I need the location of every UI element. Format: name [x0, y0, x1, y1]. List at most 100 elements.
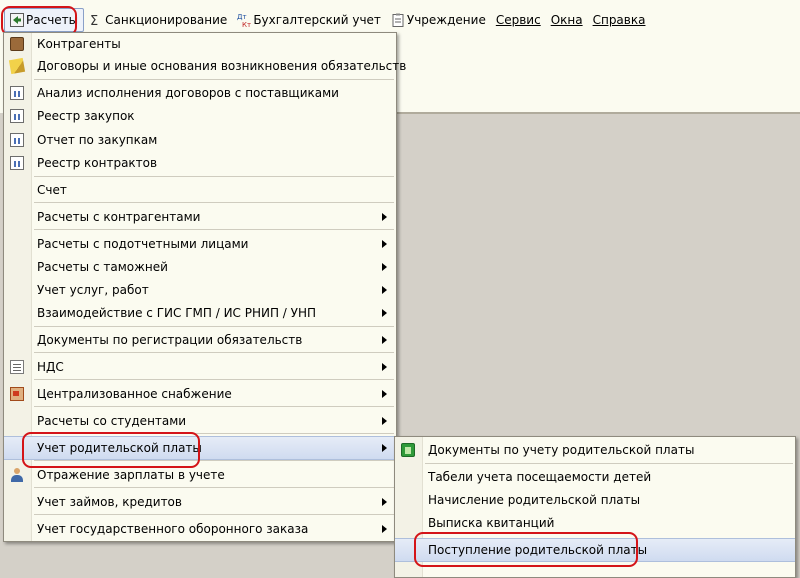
report-icon — [10, 133, 24, 147]
menu-item-reestr-zakupok[interactable]: Реестр закупок — [4, 105, 396, 127]
submenu-arrow-icon — [382, 286, 387, 294]
menu-item-label: Реестр контрактов — [37, 156, 158, 170]
menu-label: Справка — [592, 13, 646, 27]
roditelskaya-plata-submenu: Документы по учету родительской платы Та… — [394, 436, 796, 578]
submenu-arrow-icon — [382, 444, 387, 452]
menu-bar: Расчеты Σ Санкционирование Дт Кт Бухгалте… — [0, 8, 800, 32]
sigma-icon: Σ — [89, 13, 103, 27]
menu-label: Расчеты — [26, 13, 79, 27]
submenu-item-nachislenie[interactable]: Начисление родительской платы — [395, 489, 795, 511]
menu-item-tsentralizovannoe-snabzhenie[interactable]: Централизованное снабжение — [4, 383, 396, 405]
menu-item-goz[interactable]: Учет государственного оборонного заказа — [4, 518, 396, 540]
menu-uchrezhdenie[interactable]: Учреждение — [386, 9, 491, 31]
svg-text:Кт: Кт — [242, 21, 251, 28]
submenu-arrow-icon — [382, 363, 387, 371]
submenu-arrow-icon — [382, 240, 387, 248]
menu-item-schet[interactable]: Счет — [4, 179, 396, 201]
menu-label: Санкционирование — [105, 13, 228, 27]
menu-separator — [34, 202, 394, 203]
menu-item-label: Учет услуг, работ — [37, 283, 149, 297]
menu-item-reestr-kontraktov[interactable]: Реестр контрактов — [4, 152, 396, 174]
menu-label: Учреждение — [406, 13, 486, 27]
menu-item-label: Документы по регистрации обязательств — [37, 333, 303, 347]
menu-label: Окна — [550, 13, 583, 27]
menu-item-label: Учет родительской платы — [37, 441, 202, 455]
menu-spravka[interactable]: Справка — [588, 9, 651, 31]
menu-item-label: Отчет по закупкам — [37, 133, 158, 147]
report-icon — [10, 109, 24, 123]
report-icon — [10, 86, 24, 100]
menu-item-nds[interactable]: НДС — [4, 356, 396, 378]
menu-raschety[interactable]: Расчеты — [4, 8, 85, 32]
menu-item-kontragenty[interactable]: Контрагенты — [4, 33, 396, 55]
menu-item-otchet-po-zakupkam[interactable]: Отчет по закупкам — [4, 129, 396, 151]
menu-item-raschety-s-kontragentami[interactable]: Расчеты с контрагентами — [4, 206, 396, 228]
menu-item-label: Расчеты с подотчетными лицами — [37, 237, 249, 251]
menu-item-raschety-s-tamozhney[interactable]: Расчеты с таможней — [4, 256, 396, 278]
menu-item-label: Учет государственного оборонного заказа — [37, 522, 309, 536]
menu-okna[interactable]: Окна — [546, 9, 588, 31]
submenu-arrow-icon — [382, 417, 387, 425]
debit-credit-icon: Дт Кт — [237, 13, 251, 28]
menu-separator — [34, 379, 394, 380]
desktop-divider — [395, 112, 800, 114]
menu-item-label: Счет — [37, 183, 67, 197]
submenu-arrow-icon — [382, 309, 387, 317]
submenu-arrow-icon — [382, 525, 387, 533]
menu-item-dogovory[interactable]: Договоры и иные основания возникновения … — [4, 55, 406, 77]
menu-item-label: Централизованное снабжение — [37, 387, 232, 401]
menu-item-label: Расчеты с контрагентами — [37, 210, 201, 224]
menu-separator — [34, 433, 394, 434]
menu-item-analiz-ispolneniya[interactable]: Анализ исполнения договоров с поставщика… — [4, 82, 396, 104]
menu-item-dokumenty-registratsii[interactable]: Документы по регистрации обязательств — [4, 329, 396, 351]
menu-item-label: Отражение зарплаты в учете — [37, 468, 225, 482]
green-register-icon — [401, 443, 415, 457]
briefcase-icon — [10, 37, 24, 51]
menu-separator — [34, 229, 394, 230]
menu-item-raschety-so-studentami[interactable]: Расчеты со студентами — [4, 410, 396, 432]
menu-item-uchet-zaymov[interactable]: Учет займов, кредитов — [4, 491, 396, 513]
menu-separator — [34, 176, 394, 177]
menu-item-label: Контрагенты — [37, 37, 121, 51]
raschety-dropdown-menu: Контрагенты Договоры и иные основания во… — [3, 32, 406, 542]
menu-separator — [34, 79, 394, 80]
document-icon — [10, 360, 24, 374]
menu-separator — [34, 406, 394, 407]
menu-item-label: Поступление родительской платы — [428, 543, 648, 557]
menu-servis[interactable]: Сервис — [491, 9, 546, 31]
menu-item-uchet-uslug[interactable]: Учет услуг, работ — [4, 279, 396, 301]
menu-separator — [34, 460, 394, 461]
menu-item-label: НДС — [37, 360, 64, 374]
menu-item-otrazhenie-zarplaty[interactable]: Отражение зарплаты в учете — [4, 464, 396, 486]
people-icon — [10, 468, 24, 482]
menu-item-label: Табели учета посещаемости детей — [428, 470, 652, 484]
menu-bukhgalterskiy-uchet[interactable]: Дт Кт Бухгалтерский учет — [232, 9, 386, 31]
menu-item-label: Расчеты со студентами — [37, 414, 187, 428]
menu-item-label: Взаимодействие с ГИС ГМП / ИС РНИП / УНП — [37, 306, 317, 320]
menu-separator — [34, 514, 394, 515]
menu-item-label: Анализ исполнения договоров с поставщика… — [37, 86, 339, 100]
menu-item-label: Договоры и иные основания возникновения … — [37, 59, 407, 73]
submenu-arrow-icon — [382, 390, 387, 398]
menu-label: Сервис — [495, 13, 541, 27]
submenu-item-postuplenie[interactable]: Поступление родительской платы — [395, 538, 795, 562]
menu-item-label: Реестр закупок — [37, 109, 135, 123]
menu-separator — [34, 352, 394, 353]
submenu-arrow-icon — [382, 213, 387, 221]
menu-item-label: Документы по учету родительской платы — [428, 443, 695, 457]
menu-sanktsionirovanie[interactable]: Σ Санкционирование — [84, 9, 232, 31]
menu-item-uchet-roditelskoy-platy[interactable]: Учет родительской платы — [4, 436, 396, 460]
menu-separator — [34, 487, 394, 488]
supply-icon — [10, 387, 24, 401]
submenu-item-tabeli-posesh[interactable]: Табели учета посещаемости детей — [395, 466, 795, 488]
menu-item-raschety-s-podotchetnymi[interactable]: Расчеты с подотчетными лицами — [4, 233, 396, 255]
submenu-arrow-icon — [382, 498, 387, 506]
menu-label: Бухгалтерский учет — [253, 13, 381, 27]
pencil-icon — [8, 57, 26, 75]
menu-item-label: Расчеты с таможней — [37, 260, 168, 274]
menu-item-vzaimodeystvie-gis[interactable]: Взаимодействие с ГИС ГМП / ИС РНИП / УНП — [4, 302, 396, 324]
clipboard-icon — [391, 13, 405, 27]
submenu-item-dokumenty-po-uchetu[interactable]: Документы по учету родительской платы — [395, 439, 795, 461]
menu-item-label: Выписка квитанций — [428, 516, 555, 530]
submenu-item-vypiska-kvitantsiy[interactable]: Выписка квитанций — [395, 512, 795, 534]
